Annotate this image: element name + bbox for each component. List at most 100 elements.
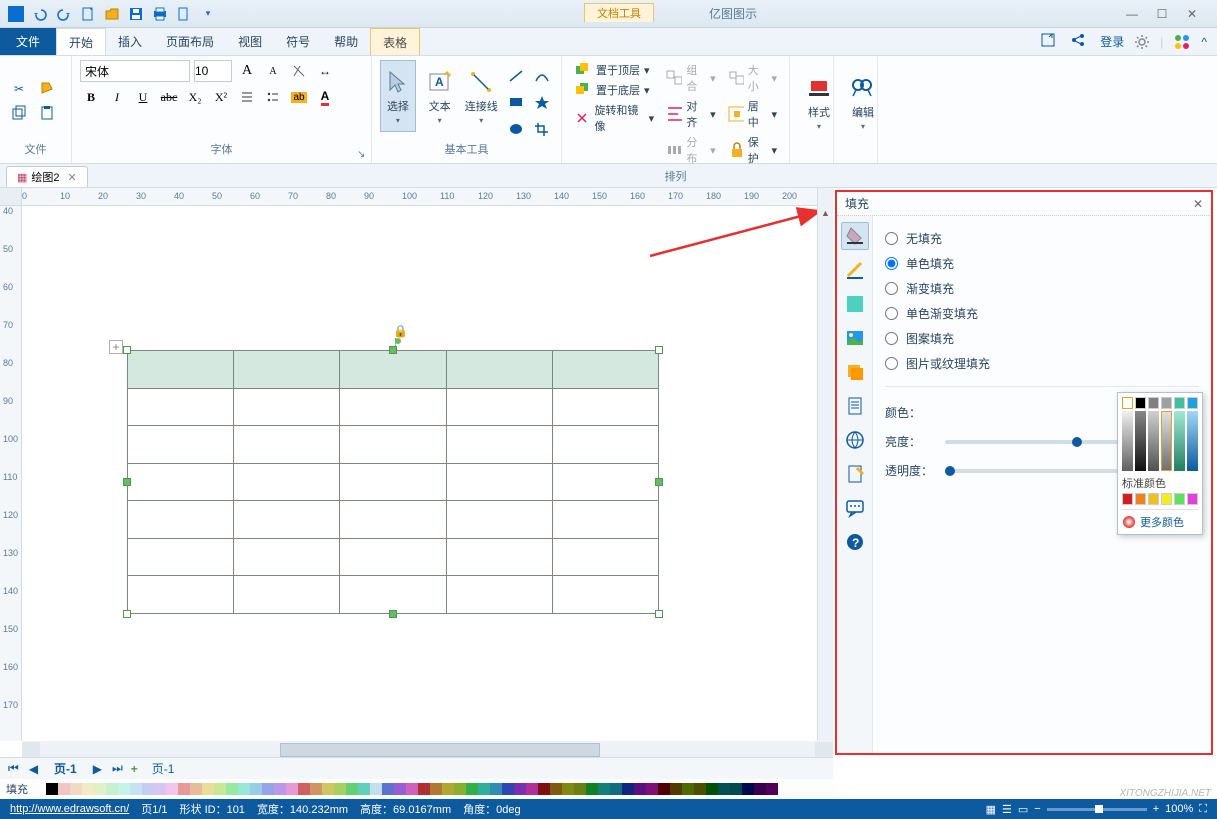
color-swatch[interactable] [646, 783, 658, 795]
std-yellow[interactable] [1161, 493, 1172, 505]
color-swatch[interactable] [634, 783, 646, 795]
last-page-icon[interactable]: ⏭ [110, 761, 125, 776]
zoom-in-icon[interactable]: + [1153, 803, 1159, 815]
color-swatch[interactable] [190, 783, 202, 795]
theme-ltgray[interactable] [1161, 397, 1172, 409]
view-mode-2-icon[interactable]: ☰ [1002, 803, 1012, 816]
underline-button[interactable]: U [132, 86, 154, 108]
new-icon[interactable] [78, 4, 98, 24]
superscript-button[interactable]: X² [210, 86, 232, 108]
scroll-left-icon[interactable] [22, 742, 40, 758]
size-button[interactable]: 大小▾ [724, 60, 781, 96]
color-swatch[interactable] [742, 783, 754, 795]
color-swatch[interactable] [430, 783, 442, 795]
distribute-button[interactable]: 分布▾ [662, 132, 719, 168]
bring-front-button[interactable]: 置于顶层▾ [570, 60, 658, 80]
prev-page-icon[interactable]: ◀ [27, 762, 40, 776]
canvas[interactable]: 🔒 + [22, 206, 833, 741]
paste-icon[interactable] [36, 103, 58, 123]
color-swatch[interactable] [46, 783, 58, 795]
protect-button[interactable]: 保护▾ [724, 132, 781, 168]
color-swatch[interactable] [130, 783, 142, 795]
align-button[interactable]: 对齐▾ [662, 96, 719, 132]
radio-image-fill[interactable]: 图片或纹理填充 [885, 351, 1199, 376]
color-swatch[interactable] [754, 783, 766, 795]
color-swatch[interactable] [694, 783, 706, 795]
send-back-button[interactable]: 置于底层▾ [570, 80, 658, 100]
radio-pattern-fill[interactable]: 图案填充 [885, 326, 1199, 351]
layer-tab-icon[interactable] [841, 358, 869, 386]
color-swatch[interactable] [682, 783, 694, 795]
radio-solid-fill[interactable]: 单色填充 [885, 251, 1199, 276]
page-tab-current[interactable]: 页-1 [46, 760, 85, 777]
handle-s[interactable] [389, 610, 397, 618]
crop-tool-icon[interactable] [531, 119, 553, 139]
std-green[interactable] [1174, 493, 1185, 505]
font-launcher-icon[interactable]: ↘ [357, 149, 367, 159]
open-icon[interactable] [102, 4, 122, 24]
handle-sw[interactable] [123, 610, 131, 618]
add-page-icon[interactable]: + [131, 762, 138, 776]
color-swatch[interactable] [382, 783, 394, 795]
color-swatch[interactable] [262, 783, 274, 795]
tab-layout[interactable]: 页面布局 [154, 28, 226, 55]
fill-tab-icon[interactable] [841, 222, 869, 250]
scroll-thumb[interactable] [280, 743, 600, 757]
color-swatch[interactable] [526, 783, 538, 795]
tab-help[interactable]: 帮助 [322, 28, 370, 55]
color-swatch[interactable] [118, 783, 130, 795]
color-swatch[interactable] [154, 783, 166, 795]
first-page-icon[interactable]: ⏮ [6, 761, 21, 776]
tab-insert[interactable]: 插入 [106, 28, 154, 55]
rotate-button[interactable]: 旋转和镜像▾ [570, 100, 658, 136]
color-swatch[interactable] [622, 783, 634, 795]
undo-icon[interactable] [30, 4, 50, 24]
color-swatch[interactable] [178, 783, 190, 795]
color-swatch[interactable] [58, 783, 70, 795]
highlight-icon[interactable]: ab [288, 86, 310, 108]
color-swatch[interactable] [730, 783, 742, 795]
font-family-select[interactable] [80, 60, 190, 82]
color-swatch[interactable] [226, 783, 238, 795]
std-gold[interactable] [1148, 493, 1159, 505]
print-icon[interactable] [150, 4, 170, 24]
line-tool-icon[interactable] [505, 66, 527, 86]
web-tab-icon[interactable] [841, 426, 869, 454]
handle-ne[interactable] [655, 346, 663, 354]
color-swatch[interactable] [442, 783, 454, 795]
tab-table[interactable]: 表格 [370, 28, 420, 55]
color-swatch[interactable] [34, 783, 46, 795]
color-swatch[interactable] [706, 783, 718, 795]
color-swatch[interactable] [550, 783, 562, 795]
color-swatch[interactable] [238, 783, 250, 795]
page-tab-icon[interactable] [841, 392, 869, 420]
color-swatch[interactable] [346, 783, 358, 795]
more-colors-button[interactable]: 更多颜色 [1122, 509, 1198, 530]
line-tab-icon[interactable] [841, 256, 869, 284]
bold-button[interactable]: B [80, 86, 102, 108]
color-swatch[interactable] [334, 783, 346, 795]
theme-blue[interactable] [1187, 397, 1198, 409]
maximize-icon[interactable]: ☐ [1152, 4, 1172, 24]
color-swatch[interactable] [562, 783, 574, 795]
color-swatch[interactable] [418, 783, 430, 795]
color-swatch[interactable] [322, 783, 334, 795]
copy-icon[interactable] [8, 103, 30, 123]
zoom-slider[interactable] [1047, 808, 1147, 811]
zoom-out-icon[interactable]: − [1034, 803, 1040, 815]
star-tool-icon[interactable] [531, 92, 553, 112]
font-color-icon[interactable]: A [314, 86, 336, 108]
color-swatch[interactable] [598, 783, 610, 795]
color-swatch[interactable] [406, 783, 418, 795]
color-swatch[interactable] [298, 783, 310, 795]
bullets-icon[interactable] [262, 86, 284, 108]
font-size-select[interactable] [194, 60, 232, 82]
radio-no-fill[interactable]: 无填充 [885, 226, 1199, 251]
center-button[interactable]: 居中▾ [724, 96, 781, 132]
theme-white[interactable] [1122, 397, 1133, 409]
handle-n[interactable] [389, 346, 397, 354]
edit-tab-icon[interactable] [841, 460, 869, 488]
close-icon[interactable]: ✕ [1182, 4, 1202, 24]
handle-nw[interactable] [123, 346, 131, 354]
group-button[interactable]: 组合▾ [662, 60, 719, 96]
